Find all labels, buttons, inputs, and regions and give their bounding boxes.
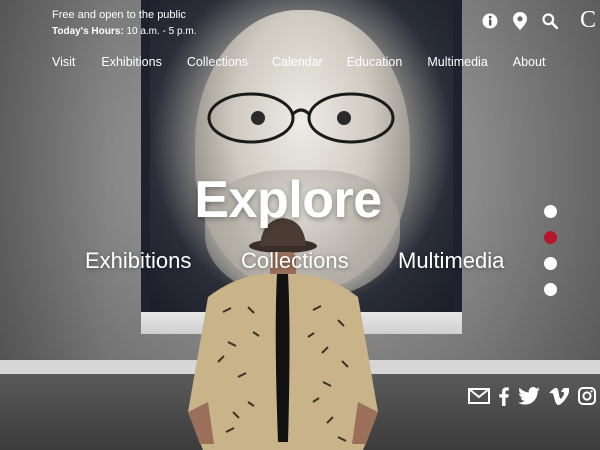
todays-hours: Today's Hours: 10 a.m. - 5 p.m. [52,25,196,39]
hero-link-collections[interactable]: Collections [241,248,349,274]
email-icon[interactable] [468,386,490,406]
nav-about[interactable]: About [513,55,546,69]
nav-exhibitions[interactable]: Exhibitions [101,55,161,69]
hero-title: Explore [194,171,382,229]
portrait-glasses [207,92,395,144]
nav-collections[interactable]: Collections [187,55,248,69]
slide-indicator [544,205,557,296]
main-navigation: Visit Exhibitions Collections Calendar E… [52,55,545,69]
instagram-icon[interactable] [578,386,596,406]
social-links [468,386,596,406]
nav-education[interactable]: Education [347,55,403,69]
nav-visit[interactable]: Visit [52,55,75,69]
hero-link-exhibitions[interactable]: Exhibitions [85,248,191,274]
utility-icons [482,12,558,30]
info-icon[interactable] [482,12,498,30]
vimeo-icon[interactable] [549,386,569,406]
search-icon[interactable] [542,12,558,30]
slide-dot-2[interactable] [544,231,557,244]
slide-dot-1[interactable] [544,205,557,218]
hours-label: Today's Hours: [52,26,124,37]
hours-value: 10 a.m. - 5 p.m. [126,26,197,37]
location-pin-icon[interactable] [512,12,528,30]
admission-notice: Free and open to the public [52,9,186,21]
twitter-icon[interactable] [518,386,540,406]
nav-calendar[interactable]: Calendar [272,55,323,69]
slide-dot-4[interactable] [544,283,557,296]
slide-dot-3[interactable] [544,257,557,270]
site-logo[interactable]: C [580,7,596,34]
visitor-notice: Free and open to the public Today's Hour… [52,9,196,39]
facebook-icon[interactable] [499,386,509,406]
hero-link-multimedia[interactable]: Multimedia [398,248,504,274]
nav-multimedia[interactable]: Multimedia [427,55,487,69]
